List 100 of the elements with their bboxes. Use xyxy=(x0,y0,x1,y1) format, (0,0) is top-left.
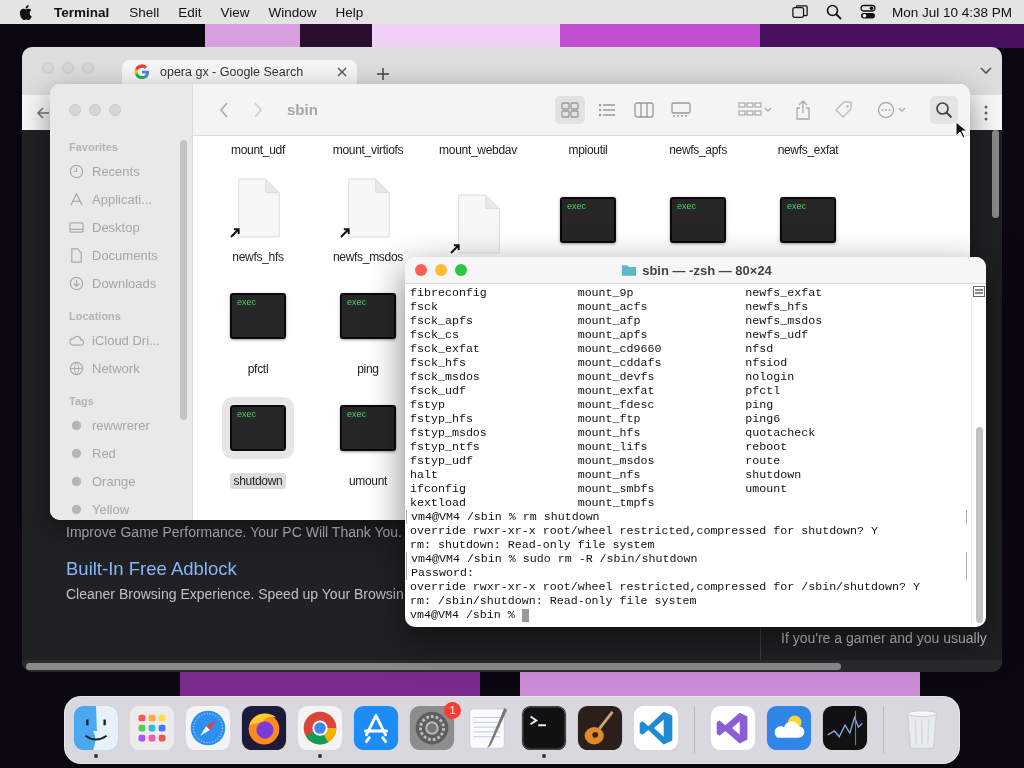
file-name[interactable]: newfs_exfat xyxy=(773,142,843,158)
terminal-text: kextload xyxy=(410,496,467,510)
terminal-line: rm: /sbin/shutdown: Read-only file system xyxy=(410,594,697,608)
file-name[interactable]: newfs_apfs xyxy=(665,142,731,158)
terminal-text: mount_msdos xyxy=(577,454,656,468)
plus-icon[interactable] xyxy=(377,68,389,80)
result-link[interactable]: Built-In Free Adblock xyxy=(66,558,237,580)
terminal-text: fstyp_msdos xyxy=(410,426,488,440)
menu-item[interactable]: Help xyxy=(335,4,364,20)
file-name[interactable]: newfs_hfs xyxy=(228,249,288,265)
apple-logo-icon[interactable] xyxy=(19,4,32,20)
terminal-text: shutdown xyxy=(745,468,803,482)
split-pane-icon[interactable] xyxy=(973,286,985,297)
terminal-text: mount_nfs xyxy=(577,468,642,482)
window-title: sbin — -zsh — 80×24 xyxy=(642,262,772,278)
scrollbar-thumb[interactable] xyxy=(180,140,187,420)
terminal-text: quotacheck xyxy=(745,426,817,440)
firefox-icon[interactable] xyxy=(241,706,287,751)
icon-label: exec xyxy=(347,409,366,419)
icon-label: exec xyxy=(237,297,256,307)
terminal-text: mount_cd9660 xyxy=(577,342,663,356)
terminal-text: fstyp xyxy=(410,398,446,412)
notification-badge: 1 xyxy=(444,702,461,719)
zoom-button[interactable] xyxy=(455,264,467,276)
icon-label: exec xyxy=(237,409,256,419)
terminal-text: newfs_msdos xyxy=(745,314,824,328)
terminal-text: mount_9p xyxy=(577,286,635,300)
tag-icon[interactable] xyxy=(834,99,854,120)
app-store-icon[interactable] xyxy=(353,706,399,751)
terminal-text: mount_apfs xyxy=(577,328,649,342)
scrollbar-thumb[interactable] xyxy=(26,662,841,670)
terminal-text: mount_devfs xyxy=(577,370,656,384)
terminal-text: mount_tmpfs xyxy=(577,496,656,510)
file-name[interactable]: pfctl xyxy=(243,361,273,377)
window-icon[interactable] xyxy=(791,4,808,20)
chrome-icon[interactable] xyxy=(297,706,343,751)
clock[interactable]: Mon Jul 10 4:38 PM xyxy=(891,4,1012,20)
terminal-icon[interactable] xyxy=(521,706,567,751)
icon-label: exec xyxy=(677,201,696,211)
file-name[interactable]: mpioutil xyxy=(564,142,612,158)
terminal-text: mount_fdesc xyxy=(577,398,656,412)
browser-tab[interactable]: opera gx - Google Search xyxy=(122,60,357,84)
file-name[interactable]: mount_webdav xyxy=(435,142,521,158)
file-name[interactable]: mount_udf xyxy=(227,142,289,158)
scrollbar-thumb[interactable] xyxy=(975,427,983,623)
icon-label: exec xyxy=(567,201,586,211)
terminal-text: nologin xyxy=(745,370,796,384)
terminal-text: fsck_apfs xyxy=(410,314,474,328)
finder-icon[interactable] xyxy=(73,706,119,751)
search-icon[interactable] xyxy=(825,4,842,20)
file-name[interactable]: mount_virtiofs xyxy=(328,142,408,158)
terminal-line: vm4@VM4 /sbin % rm shutdown xyxy=(411,510,600,524)
document-icon xyxy=(69,247,84,263)
terminal-text: halt xyxy=(410,468,439,482)
vscode-icon[interactable] xyxy=(633,706,679,751)
terminal-text: nfsd xyxy=(745,342,775,356)
grid-view-icon[interactable] xyxy=(555,95,585,124)
terminal-line: override rwxr-xr-x root/wheel restricted,compressed for shutdown? Y xyxy=(410,524,879,538)
terminal-text: fstyp_hfs xyxy=(410,412,474,426)
terminal-text: umount xyxy=(745,482,789,496)
guitar-icon[interactable] xyxy=(577,706,623,751)
back-arrow-icon[interactable] xyxy=(36,105,50,120)
toggles-icon[interactable] xyxy=(859,4,876,20)
icon-label: exec xyxy=(787,201,806,211)
chevron-down-icon[interactable] xyxy=(980,67,992,75)
terminal-line: rm: shutdown: Read-only file system xyxy=(410,538,655,552)
terminal-line: vm4@VM4 /sbin % sudo rm -R /sbin/shutdown xyxy=(411,552,698,566)
terminal-text: fstyp_ntfs xyxy=(410,440,481,454)
snippet-text: Cleaner Browsing Experience. Speed up Your Browsin xyxy=(66,586,404,602)
stocks-icon[interactable] xyxy=(822,706,868,751)
launchpad-icon[interactable] xyxy=(129,706,175,751)
close-button[interactable] xyxy=(415,264,427,276)
terminal-text: mount_smbfs xyxy=(577,482,656,496)
menu-item[interactable]: Window xyxy=(268,4,317,20)
compass-icon[interactable] xyxy=(185,706,231,751)
apps-icon xyxy=(69,191,84,207)
globe-icon xyxy=(69,360,84,376)
menu-item[interactable]: Shell xyxy=(129,4,160,20)
app-menu[interactable]: Terminal xyxy=(54,4,110,20)
scrollbar-thumb[interactable] xyxy=(991,130,999,218)
search-icon[interactable] xyxy=(930,95,958,124)
file-name[interactable]: newfs_msdos xyxy=(328,249,408,265)
file-name[interactable]: shutdown xyxy=(229,473,287,489)
back-chevron-icon[interactable] xyxy=(219,101,229,118)
group-icon[interactable] xyxy=(738,100,772,119)
weather-icon[interactable] xyxy=(766,706,812,751)
more-icon[interactable] xyxy=(984,104,988,121)
menu-item[interactable]: View xyxy=(220,4,250,20)
file-name[interactable]: umount xyxy=(344,473,392,489)
share-icon[interactable] xyxy=(793,99,813,120)
terminal-text: nfsiod xyxy=(745,356,789,370)
terminal-text: route xyxy=(745,454,782,468)
menu-item[interactable]: Edit xyxy=(178,4,202,20)
gear-icon[interactable] xyxy=(409,706,455,751)
close-icon[interactable] xyxy=(337,67,347,77)
terminal-text: mount_exfat xyxy=(577,384,656,398)
terminal-text: mount_afp xyxy=(577,314,642,328)
file-name[interactable]: ping xyxy=(353,361,383,377)
visual-studio-icon[interactable] xyxy=(710,706,756,751)
window-title: sbin xyxy=(287,101,318,118)
